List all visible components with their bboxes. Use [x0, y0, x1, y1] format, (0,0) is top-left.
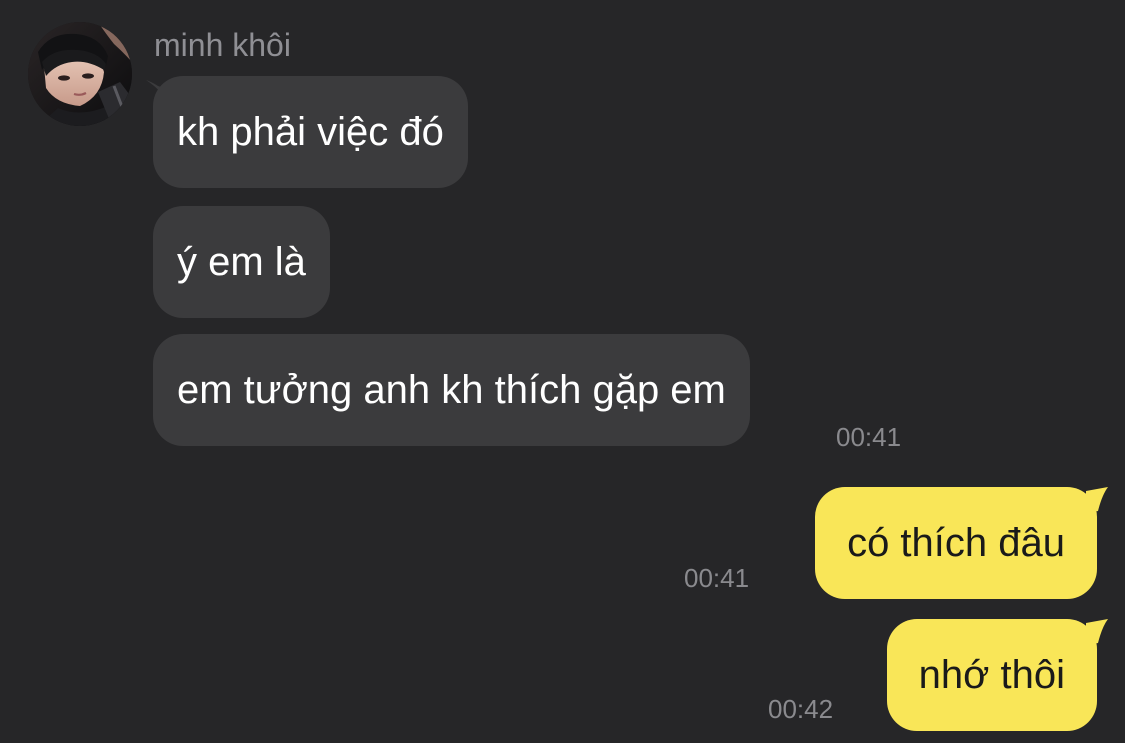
incoming-message[interactable]: em tưởng anh kh thích gặp em [153, 334, 750, 446]
message-timestamp: 00:41 [836, 422, 902, 452]
chat-thread: minh khôi kh phải việc đó ý em là em tưở… [0, 0, 1125, 743]
incoming-message[interactable]: kh phải việc đó [153, 76, 468, 188]
avatar[interactable] [28, 22, 132, 126]
avatar-photo [28, 22, 132, 126]
message-timestamp: 00:42 [768, 694, 834, 724]
sender-name: minh khôi [154, 27, 291, 63]
message-timestamp: 00:41 [684, 563, 750, 593]
incoming-message[interactable]: ý em là [153, 206, 330, 318]
outgoing-message[interactable]: nhớ thôi [886, 619, 1097, 731]
outgoing-message[interactable]: có thích đâu [815, 487, 1097, 599]
outgoing-bubble-tail [1086, 619, 1108, 645]
outgoing-bubble-tail [1086, 487, 1108, 513]
